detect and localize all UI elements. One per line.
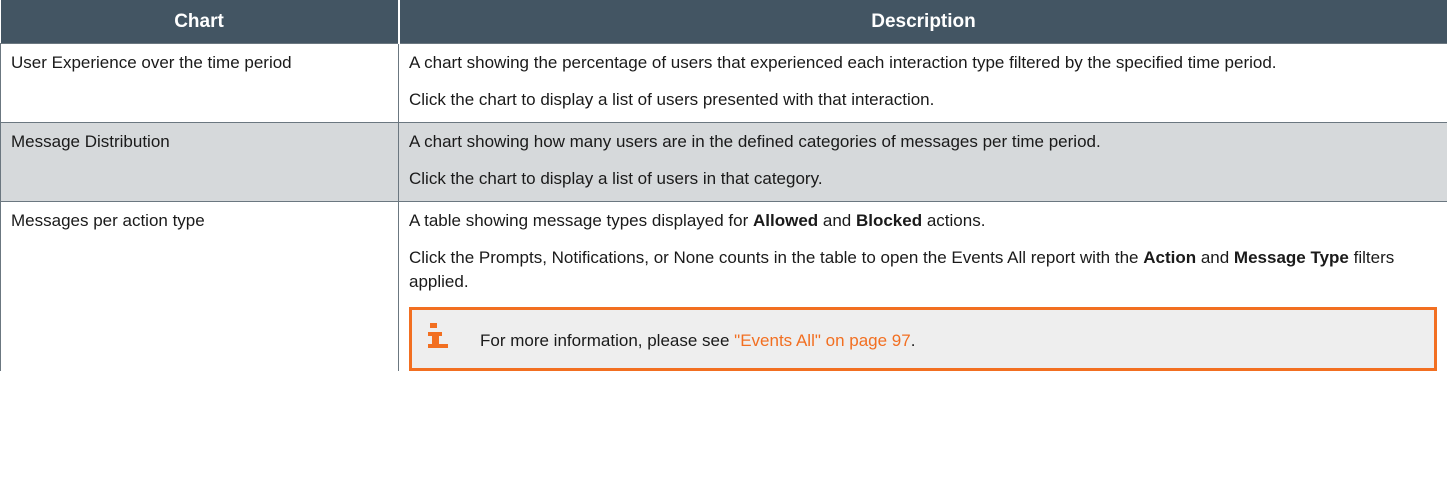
chart-description-table: Chart Description User Experience over t…	[0, 0, 1447, 371]
chart-name-cell: Messages per action type	[0, 201, 399, 371]
header-chart: Chart	[0, 0, 400, 44]
text-run: For more information, please see	[480, 331, 735, 350]
text-run: and	[818, 211, 856, 230]
bold-term-blocked: Blocked	[855, 211, 923, 230]
description-cell: A table showing message types displayed …	[398, 201, 1447, 371]
text-run: and	[1196, 248, 1234, 267]
events-all-link[interactable]: "Events All" on page 97	[734, 331, 911, 350]
info-icon	[428, 323, 448, 348]
description-paragraph: Click the Prompts, Notifications, or Non…	[409, 246, 1437, 294]
description-paragraph: A chart showing the percentage of users …	[409, 53, 1277, 72]
bold-term-message-type: Message Type	[1233, 248, 1349, 267]
table-row: Messages per action type A table showing…	[0, 201, 1447, 371]
chart-name-cell: User Experience over the time period	[0, 43, 399, 123]
description-paragraph: Click the chart to display a list of use…	[409, 169, 823, 188]
bold-term-action: Action	[1143, 248, 1197, 267]
description-paragraph: A chart showing how many users are in th…	[409, 132, 1101, 151]
note-text: For more information, please see "Events…	[480, 329, 915, 353]
description-cell: A chart showing how many users are in th…	[398, 122, 1447, 202]
chart-name-cell: Message Distribution	[0, 122, 399, 202]
description-paragraph: A table showing message types displayed …	[409, 209, 1437, 233]
bold-term-allowed: Allowed	[752, 211, 819, 230]
table-row: Message Distribution A chart showing how…	[0, 122, 1447, 202]
header-description: Description	[398, 0, 1447, 44]
description-paragraph: Click the chart to display a list of use…	[409, 90, 935, 109]
text-run: actions.	[922, 211, 986, 230]
text-run: Click the Prompts, Notifications, or Non…	[409, 248, 1144, 267]
text-run: .	[910, 331, 916, 350]
description-cell: A chart showing the percentage of users …	[398, 43, 1447, 123]
info-note-box: For more information, please see "Events…	[409, 307, 1437, 371]
table-header-row: Chart Description	[0, 0, 1447, 44]
text-run: A table showing message types displayed …	[409, 211, 753, 230]
table-row: User Experience over the time period A c…	[0, 43, 1447, 123]
